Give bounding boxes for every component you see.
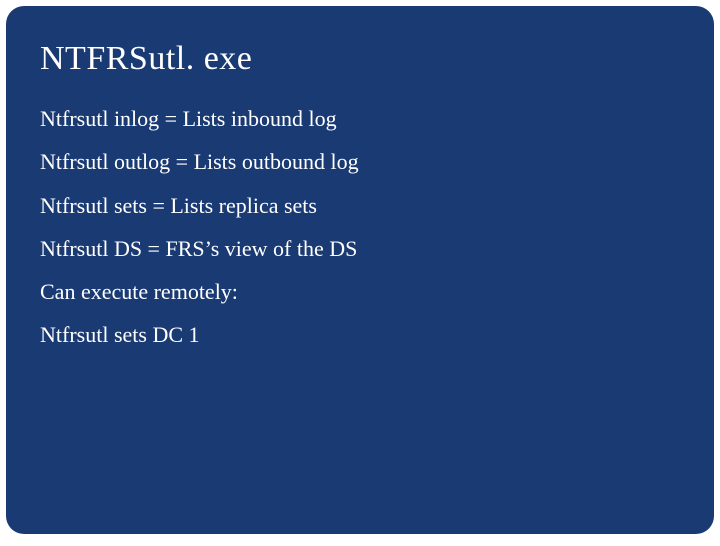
body-line: Ntfrsutl sets = Lists replica sets xyxy=(40,193,682,218)
body-line: Ntfrsutl DS = FRS’s view of the DS xyxy=(40,236,682,261)
slide: NTFRSutl. exe Ntfrsutl inlog = Lists inb… xyxy=(6,6,714,534)
slide-title: NTFRSutl. exe xyxy=(40,40,682,78)
body-line: Ntfrsutl outlog = Lists outbound log xyxy=(40,149,682,174)
body-line: Ntfrsutl inlog = Lists inbound log xyxy=(40,106,682,131)
body-line: Ntfrsutl sets DC 1 xyxy=(40,322,682,347)
body-line: Can execute remotely: xyxy=(40,279,682,304)
